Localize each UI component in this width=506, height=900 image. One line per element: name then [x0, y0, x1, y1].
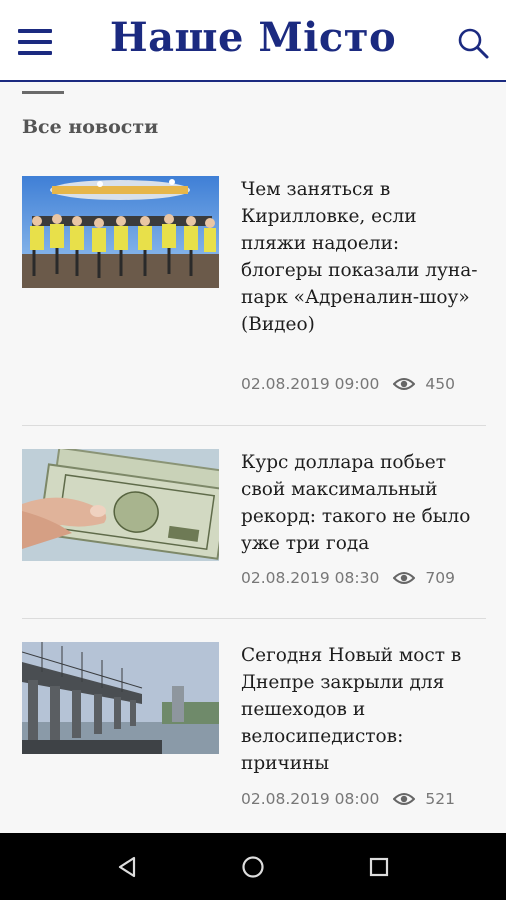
news-item[interactable]: Курс доллара побьет свой максимальный ре… — [22, 449, 486, 599]
news-date: 02.08.2019 08:30 — [241, 569, 380, 587]
search-icon[interactable] — [456, 26, 490, 60]
news-date: 02.08.2019 08:00 — [241, 790, 380, 808]
site-logo[interactable]: Наше Місто — [0, 14, 506, 61]
news-views: 709 — [425, 569, 455, 587]
section-title: Все новости — [22, 116, 159, 138]
news-meta: 02.08.2019 08:00 521 — [241, 790, 455, 808]
news-thumbnail-dollar-bills[interactable] — [22, 449, 219, 561]
recents-square-icon[interactable] — [363, 851, 395, 883]
system-navigation-bar — [0, 833, 506, 900]
news-meta: 02.08.2019 08:30 709 — [241, 569, 455, 587]
news-headline[interactable]: Курс доллара побьет свой максимальный ре… — [241, 449, 486, 557]
news-date: 02.08.2019 09:00 — [241, 375, 380, 393]
eye-icon — [393, 378, 416, 390]
list-divider — [22, 618, 486, 619]
home-circle-icon[interactable] — [237, 851, 269, 883]
section-accent-bar — [22, 91, 64, 94]
news-views: 521 — [425, 790, 455, 808]
news-thumbnail-amusement-ride[interactable] — [22, 176, 219, 288]
news-headline[interactable]: Чем заняться в Кирилловке, если пляжи на… — [241, 176, 486, 338]
news-headline[interactable]: Сегодня Новый мост в Днепре закрыли для … — [241, 642, 486, 777]
news-meta: 02.08.2019 09:00 450 — [241, 375, 455, 393]
news-thumbnail-bridge[interactable] — [22, 642, 219, 754]
eye-icon — [393, 572, 416, 584]
eye-icon — [393, 793, 416, 805]
back-triangle-icon[interactable] — [112, 851, 144, 883]
news-views: 450 — [425, 375, 455, 393]
news-item[interactable]: Сегодня Новый мост в Днепре закрыли для … — [22, 642, 486, 817]
list-divider — [22, 425, 486, 426]
news-item[interactable]: Чем заняться в Кирилловке, если пляжи на… — [22, 176, 486, 406]
app-header: Наше Місто — [0, 0, 506, 82]
